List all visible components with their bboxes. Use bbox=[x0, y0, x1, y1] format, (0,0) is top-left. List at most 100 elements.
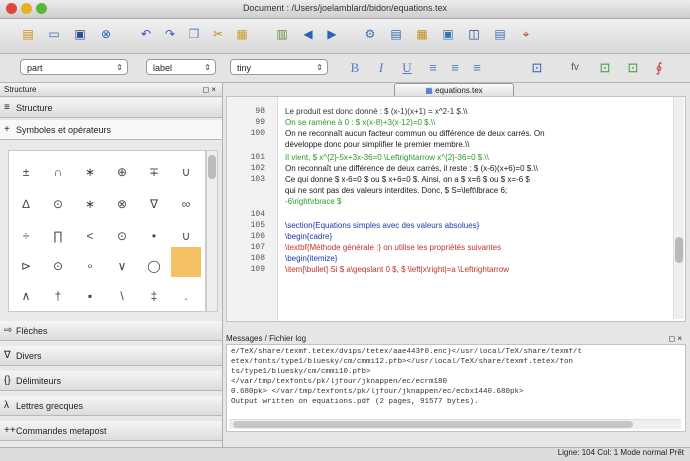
next-icon[interactable]: ▶ bbox=[322, 24, 342, 44]
symbol-cell[interactable]: . bbox=[171, 281, 201, 311]
panel-title: Structure bbox=[4, 85, 37, 94]
underline-button[interactable]: U bbox=[398, 59, 416, 77]
symbol-cell[interactable]: ∩ bbox=[43, 157, 73, 187]
superscript-button[interactable]: ⊡ bbox=[596, 59, 614, 77]
scroll-thumb[interactable] bbox=[208, 155, 216, 179]
symbol-cell[interactable]: ÷ bbox=[11, 221, 41, 251]
math-button[interactable]: ∮ bbox=[650, 59, 668, 77]
symbol-cell[interactable]: ⊙ bbox=[43, 251, 73, 281]
newline-button[interactable]: ⊡ bbox=[528, 59, 546, 77]
close-icon[interactable]: ⊗ bbox=[96, 24, 116, 44]
log-line: e/TeX/share/texmf.tetex/dvips/tetex/aae4… bbox=[231, 348, 583, 356]
quick-build-icon[interactable]: ⚙ bbox=[360, 24, 380, 44]
part-select[interactable]: part ⇕ bbox=[20, 59, 128, 75]
section-delimiters[interactable]: {} Délimiteurs bbox=[0, 371, 222, 391]
braces-icon: {} bbox=[4, 375, 11, 386]
symbol-cell[interactable]: ⊗ bbox=[107, 189, 137, 219]
symbol-scrollbar[interactable] bbox=[206, 150, 218, 312]
dvi-icon[interactable]: ▣ bbox=[438, 24, 458, 44]
line-number: 107 bbox=[250, 243, 265, 252]
align-left-button[interactable]: ≡ bbox=[424, 59, 442, 77]
pdf-icon[interactable]: ⌖ bbox=[516, 24, 536, 44]
symbol-cell[interactable]: ⊕ bbox=[107, 157, 137, 187]
cut-icon[interactable]: ✂ bbox=[208, 24, 228, 44]
symbol-cell[interactable]: < bbox=[75, 221, 105, 251]
symbol-cell[interactable]: \ bbox=[107, 281, 137, 311]
symbol-cell[interactable]: ∞ bbox=[171, 189, 201, 219]
section-structure[interactable]: ≡ Structure bbox=[0, 98, 222, 118]
code-line: Le produit est donc donné : $ (x-1)(x+1)… bbox=[285, 107, 468, 116]
symbol-cell[interactable]: ∘ bbox=[75, 251, 105, 281]
compile-icon[interactable]: ▥ bbox=[272, 24, 292, 44]
undo-icon[interactable]: ↶ bbox=[136, 24, 156, 44]
section-arrows[interactable]: ⇨ Flèches bbox=[0, 321, 222, 341]
structure-icon: ≡ bbox=[4, 102, 10, 113]
symbol-cell[interactable]: ▪ bbox=[75, 281, 105, 311]
italic-button[interactable]: I bbox=[372, 59, 390, 77]
messages-hscrollbar[interactable] bbox=[229, 419, 681, 429]
symbol-cell[interactable]: ∗ bbox=[75, 157, 105, 187]
bold-button[interactable]: B bbox=[346, 59, 364, 77]
code-line: \item[\bullet] Si $ a\geqslant 0 $, $ \l… bbox=[285, 265, 510, 274]
symbol-cell[interactable]: ⊳ bbox=[11, 251, 41, 281]
symbol-cell[interactable]: ∆ bbox=[11, 189, 41, 219]
code-line: Ce qui donne $ x-6=0 $ ou $ x+6=0 $. Ain… bbox=[285, 175, 530, 184]
scroll-thumb[interactable] bbox=[233, 421, 633, 428]
line-number: 103 bbox=[250, 175, 265, 184]
view-icon[interactable]: ◫ bbox=[464, 24, 484, 44]
open-icon[interactable]: ▭ bbox=[44, 24, 64, 44]
bibtex-icon[interactable]: ▤ bbox=[490, 24, 510, 44]
symbol-cell[interactable]: ∓ bbox=[139, 157, 169, 187]
part-select-value: part bbox=[27, 63, 43, 73]
symbol-cell[interactable]: ∇ bbox=[139, 189, 169, 219]
size-select[interactable]: tiny ⇕ bbox=[230, 59, 328, 75]
fv-button[interactable]: fv bbox=[566, 59, 584, 77]
section-symbols[interactable]: + Symboles et opérateurs bbox=[0, 120, 222, 140]
line-number: 109 bbox=[250, 265, 265, 274]
line-number: 100 bbox=[250, 129, 265, 138]
section-misc[interactable]: ∇ Divers bbox=[0, 346, 222, 366]
panel-close-icon[interactable]: ◻ × bbox=[668, 334, 682, 343]
code-line: qui ne sont pas des valeurs interdites. … bbox=[285, 186, 508, 195]
editor-pane[interactable]: 98 Le produit est donc donné : $ (x-1)(x… bbox=[226, 96, 686, 322]
symbol-cell[interactable]: ∗ bbox=[75, 189, 105, 219]
align-right-button[interactable]: ≡ bbox=[468, 59, 486, 77]
paste-icon[interactable]: ▦ bbox=[232, 24, 252, 44]
symbol-cell[interactable]: ‡ bbox=[139, 281, 169, 311]
editor-scrollbar[interactable] bbox=[673, 97, 684, 319]
section-greek[interactable]: λ Lettres grecques bbox=[0, 396, 222, 416]
panel-close-icon[interactable]: ◻ × bbox=[202, 83, 216, 97]
line-number: 105 bbox=[250, 221, 265, 230]
align-center-button[interactable]: ≡ bbox=[446, 59, 464, 77]
scroll-thumb[interactable] bbox=[675, 237, 683, 263]
size-select-value: tiny bbox=[237, 63, 252, 73]
nabla-icon: ∇ bbox=[4, 350, 11, 361]
section-metapost[interactable]: ++ Commandes metapost bbox=[0, 421, 222, 441]
symbol-cell[interactable]: ◯ bbox=[139, 251, 169, 281]
symbol-cell[interactable]: ⊙ bbox=[107, 221, 137, 251]
chevron-updown-icon: ⇕ bbox=[116, 63, 123, 72]
section-label: Flèches bbox=[16, 326, 48, 336]
label-select[interactable]: label ⇕ bbox=[146, 59, 216, 75]
symbol-cell[interactable]: ∏ bbox=[43, 221, 73, 251]
pdflatex-icon[interactable]: ▦ bbox=[412, 24, 432, 44]
save-icon[interactable]: ▣ bbox=[70, 24, 90, 44]
symbol-cell[interactable]: ± bbox=[11, 157, 41, 187]
new-icon[interactable]: ▤ bbox=[18, 24, 38, 44]
prev-icon[interactable]: ◀ bbox=[298, 24, 318, 44]
title-bar: Document : /Users/joelamblard/bidon/equa… bbox=[0, 0, 690, 19]
symbol-cell[interactable]: • bbox=[139, 221, 169, 251]
status-text: Ligne: 104 Col: 1 Mode normal Prêt bbox=[557, 448, 684, 457]
symbol-cell[interactable]: † bbox=[43, 281, 73, 311]
redo-icon[interactable]: ↷ bbox=[160, 24, 180, 44]
symbol-cell[interactable]: ∪ bbox=[171, 157, 201, 187]
copy-icon[interactable]: ❐ bbox=[184, 24, 204, 44]
messages-log[interactable]: e/TeX/share/texmf.tetex/dvips/tetex/aae4… bbox=[226, 344, 686, 432]
symbol-cell[interactable]: ⊙ bbox=[43, 189, 73, 219]
symbol-cell[interactable]: ∧ bbox=[11, 281, 41, 311]
line-number: 99 bbox=[255, 118, 265, 127]
latex-icon[interactable]: ▤ bbox=[386, 24, 406, 44]
symbol-cell-selected[interactable] bbox=[171, 247, 201, 277]
subscript-button[interactable]: ⊡ bbox=[624, 59, 642, 77]
symbol-cell[interactable]: ∨ bbox=[107, 251, 137, 281]
